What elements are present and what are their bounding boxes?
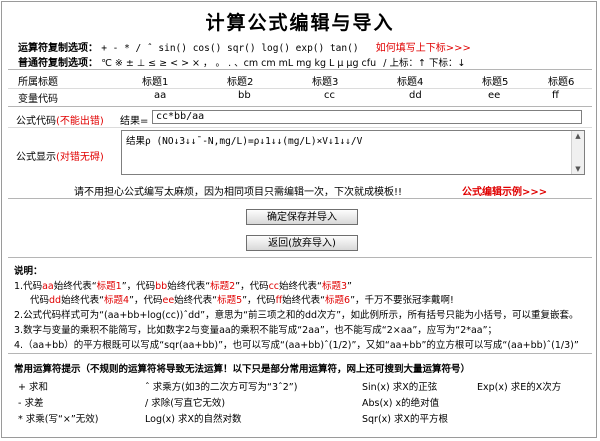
note-segment: ”，代码 [121,281,156,292]
note-segment: 标题4 [104,295,130,306]
title-cell: 标题5 [482,77,509,88]
note-segment: 始终代表“ [174,295,218,306]
note-segment: 代码 [30,295,50,306]
back-discard-button[interactable]: 返回(放弃导入) [246,235,358,251]
operator-hint: Abs(x) x的绝对值 [362,398,440,409]
common-symbol-copy-row: 普通符复制选项： ℃ ※ ± ⊥ ≤ ≥ < > × ， 。 . 、cm cm … [18,54,465,69]
code-cell: aa [154,90,167,101]
code-cell: cc [324,90,335,101]
formula-display-label: 公式显示(对错无碍) [16,152,104,163]
code-row: 变量代码 aa bb cc dd ee ff [8,88,592,105]
formula-display-hint: (对错无碍) [56,152,104,163]
title-row-label: 所属标题 [18,77,58,88]
note-segment: dd [49,295,62,306]
formula-display-text: 结果ρ (NO↓3↓↓ˉ-N,mg/L)=ρ↓1↓↓(mg/L)×V↓1↓↓/V [126,136,363,147]
operator-hint: + 求和 [18,382,48,393]
note-segment: 始终代表“ [61,295,104,306]
formula-example-link[interactable]: 公式编辑示例>>> [462,183,547,198]
code-cell: bb [238,90,251,101]
common-symbol-label: 普通符复制选项： [18,58,98,69]
template-tip: 请不用担心公式编写太麻烦，因为相同项目只需编辑一次，下次就成模板!! [74,187,403,198]
note-line-3: 2.公式代码样式可为“(aa+bb+log(cc))ˆdd”，意思为“前三项之和… [14,310,579,321]
formula-display-textarea[interactable]: 结果ρ (NO↓3↓↓ˉ-N,mg/L)=ρ↓1↓↓(mg/L)×V↓1↓↓/V… [121,130,585,175]
code-cell: ee [488,90,501,101]
operator-copy-label: 运算符复制选项： [18,43,98,54]
divider [8,69,592,70]
note-segment: ”，千万不要张冠李戴啊! [350,295,454,306]
note-segment: bb [155,281,168,292]
divider [8,198,592,199]
title-cell: 标题6 [548,77,575,88]
operator-symbols[interactable]: + - * / ˆ sin() cos() sqr() log() exp() … [101,43,358,54]
formula-code-label: 公式代码(不能出错) [16,116,104,127]
divider [8,106,592,107]
superscript-help-link[interactable]: 如何填写上下标>>> [376,43,471,54]
divider [8,257,592,258]
note-line-2: 代码dd始终代表“标题4”，代码ee始终代表“标题5”，代码ff始终代表“标题6… [30,292,454,306]
code-cell: ff [552,90,559,101]
operator-hint: Sqr(x) 求X的平方根 [362,414,449,425]
note-segment: ” [347,281,352,292]
common-symbols[interactable]: ℃ ※ ± ⊥ ≤ ≥ < > × ， 。 . 、cm cm mL mg kg … [101,58,376,69]
note-segment: 1.代码 [14,281,43,292]
note-line-5: 4.（aa+bb）的平方根既可以写成“sqr(aa+bb)”，也可以写成“(aa… [14,340,579,351]
operator-hint: Exp(x) 求E的X次方 [477,382,562,393]
title-cell: 标题4 [397,77,424,88]
scroll-down-icon[interactable]: ▼ [572,164,584,174]
operator-hint: Sin(x) 求X的正弦 [362,382,438,393]
note-segment: 标题2 [210,281,236,292]
note-segment: 标题6 [325,295,351,306]
note-segment: 标题3 [321,281,347,292]
note-segment: cc [268,281,280,292]
code-cell: dd [409,90,422,101]
save-and-import-button[interactable]: 确定保存并导入 [246,209,358,225]
note-segment: ”，代码 [242,295,276,306]
note-segment: 标题1 [96,281,122,292]
title-row: 所属标题 标题1 标题2 标题3 标题4 标题5 标题6 [8,71,592,88]
note-segment: ee [162,295,175,306]
title-cell: 标题1 [142,77,169,88]
formula-code-input[interactable]: cc*bb/aa [152,110,582,124]
formula-editor-panel: 计算公式编辑与导入 运算符复制选项： + - * / ˆ sin() cos()… [1,1,597,438]
operator-hint: Log(x) 求X的自然对数 [145,414,242,425]
note-segment: 始终代表“ [167,281,211,292]
operator-copy-row: 运算符复制选项： + - * / ˆ sin() cos() sqr() log… [18,39,471,54]
scroll-up-icon[interactable]: ▲ [572,131,584,141]
note-segment: 标题5 [217,295,243,306]
note-segment: ”，代码 [129,295,163,306]
note-segment: ”，代码 [235,281,269,292]
textarea-scrollbar[interactable]: ▲ ▼ [571,131,584,174]
note-segment: 始终代表“ [279,281,322,292]
divider [8,353,592,354]
title-cell: 标题3 [312,77,339,88]
note-line-1: 1.代码aa始终代表“标题1”，代码bb始终代表“标题2”，代码cc始终代表“标… [14,278,352,292]
formula-code-hint: (不能出错) [56,116,104,127]
sub-sup-symbols[interactable]: / 上标：↑ 下标：↓ [383,58,465,69]
title-cell: 标题2 [227,77,254,88]
note-line-4: 3.数字与变量的乘积不能简写，比如数字2与变量aa的乘积不能写成“2aa”，也不… [14,325,498,336]
common-operators-heading: 常用运算符提示（不规则的运算符将导致无法运算！以下只是部分常用运算符，网上还可搜… [14,364,471,375]
operator-hint: - 求差 [18,398,44,409]
page-title: 计算公式编辑与导入 [205,12,395,34]
operator-hint: ˆ 求乘方(如3的二次方可写为“3ˆ2”) [145,382,298,393]
notes-heading: 说明： [14,266,43,277]
code-row-label: 变量代码 [18,94,58,105]
result-label: 结果= [120,116,149,127]
operator-hint: / 求除(写直它无效) [145,398,226,409]
divider [8,127,592,128]
note-segment: 始终代表“ [53,281,97,292]
operator-hint: * 求乘(写“×”无效) [18,414,99,425]
note-segment: aa [42,281,54,292]
note-segment: 始终代表“ [282,295,326,306]
